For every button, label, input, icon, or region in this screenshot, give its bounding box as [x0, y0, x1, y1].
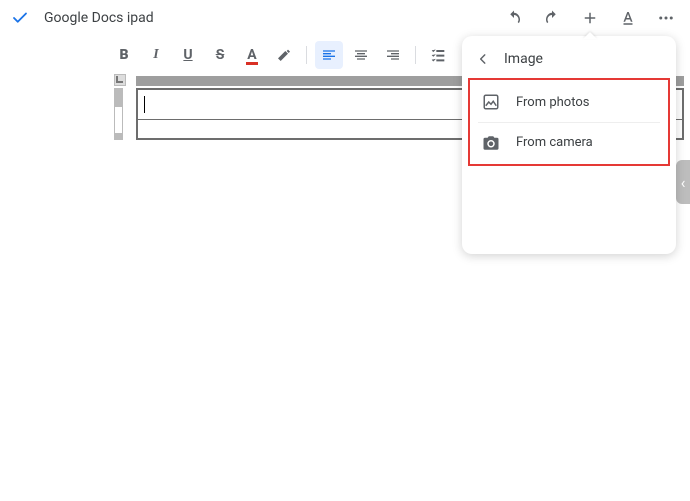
checklist-button[interactable]	[424, 41, 452, 69]
separator	[306, 46, 307, 64]
top-actions	[502, 6, 680, 30]
top-bar: Google Docs ipad	[0, 0, 690, 36]
italic-button[interactable]: I	[142, 41, 170, 69]
vertical-ruler[interactable]	[114, 88, 123, 140]
back-icon[interactable]	[472, 48, 494, 70]
underline-button[interactable]: U	[174, 41, 202, 69]
menu-item-label: From photos	[516, 95, 589, 110]
redo-icon[interactable]	[540, 6, 564, 30]
from-photos-option[interactable]: From photos	[478, 82, 660, 122]
bold-button[interactable]: B	[110, 41, 138, 69]
camera-icon	[480, 132, 502, 154]
side-drawer-handle[interactable]: ‹	[676, 160, 690, 204]
panel-header: Image	[462, 40, 676, 78]
text-color-button[interactable]: A	[238, 41, 266, 69]
separator	[415, 46, 416, 64]
strikethrough-button[interactable]: S	[206, 41, 234, 69]
from-camera-option[interactable]: From camera	[478, 122, 660, 162]
ruler-corner-icon	[114, 74, 126, 86]
highlighted-options: From photos From camera	[468, 78, 670, 166]
align-left-button[interactable]	[315, 41, 343, 69]
align-right-button[interactable]	[379, 41, 407, 69]
document-title[interactable]: Google Docs ipad	[44, 10, 154, 26]
photos-icon	[480, 91, 502, 113]
menu-item-label: From camera	[516, 135, 593, 150]
align-center-button[interactable]	[347, 41, 375, 69]
more-icon[interactable]	[654, 6, 678, 30]
popup-pointer	[583, 32, 597, 39]
text-cursor	[144, 96, 145, 113]
done-check-icon[interactable]	[10, 8, 30, 28]
highlight-button[interactable]	[270, 41, 298, 69]
insert-plus-icon[interactable]	[578, 6, 602, 30]
panel-title: Image	[504, 51, 543, 67]
insert-image-panel: Image From photos From camera	[462, 36, 676, 254]
undo-icon[interactable]	[502, 6, 526, 30]
text-format-icon[interactable]	[616, 6, 640, 30]
